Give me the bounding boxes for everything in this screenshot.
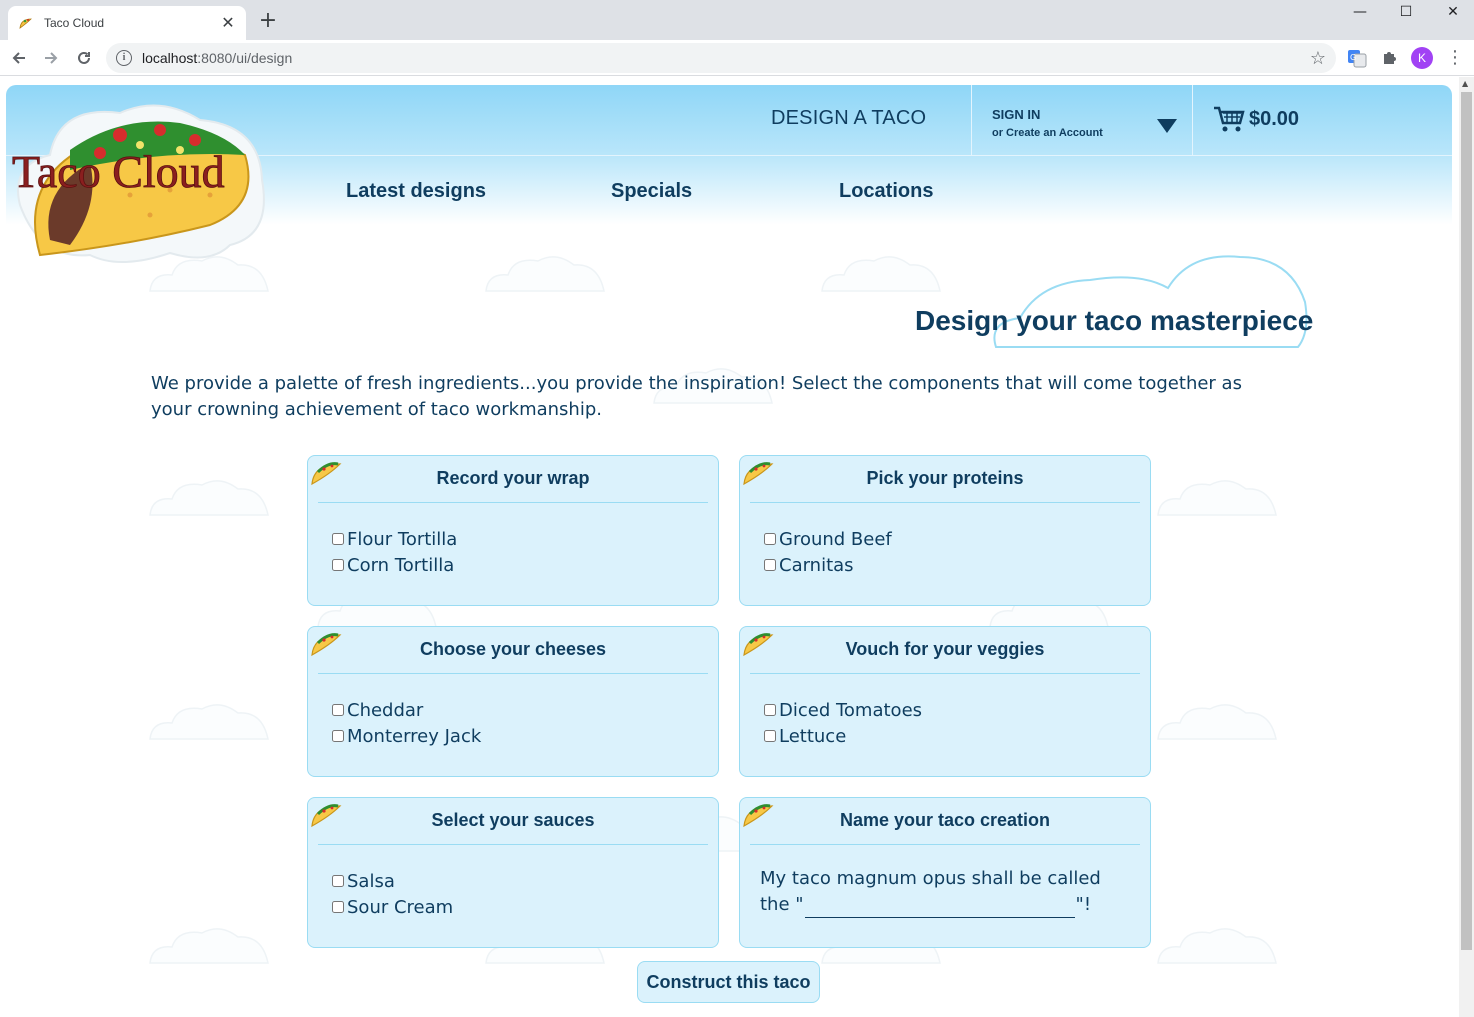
url-path: :8080/ui/design	[197, 50, 293, 66]
group-divider	[318, 502, 708, 503]
ingredient-label: Ground Beef	[779, 528, 892, 550]
page-title: Design your taco masterpiece	[915, 305, 1314, 336]
nav-specials[interactable]: Specials	[611, 180, 692, 203]
tab-close-icon[interactable]: ✕	[220, 15, 236, 31]
cart-total: $0.00	[1249, 107, 1300, 130]
taco-name-input[interactable]	[804, 896, 1075, 918]
group-title: Pick your proteins	[866, 468, 1024, 488]
ingredient-option[interactable]: Lettuce	[764, 723, 922, 749]
new-tab-button[interactable]: +	[256, 10, 280, 34]
ingredient-checkbox[interactable]	[764, 704, 776, 716]
page-viewport: Taco Cloud DESIGN A TACO SIGN IN or Crea…	[0, 77, 1459, 1017]
group-title: Choose your cheeses	[419, 639, 607, 659]
header-separator	[971, 85, 972, 155]
group-title: Name your taco creation	[839, 810, 1051, 830]
ingredient-option[interactable]: Sour Cream	[332, 894, 453, 920]
construct-taco-button[interactable]: Construct this taco	[637, 961, 820, 1003]
ingredient-option[interactable]: Diced Tomatoes	[764, 697, 922, 723]
profile-avatar[interactable]: K	[1411, 47, 1433, 69]
ingredient-label: Carnitas	[779, 554, 854, 576]
ingredient-option[interactable]: Salsa	[332, 868, 453, 894]
ingredient-checkbox[interactable]	[764, 559, 776, 571]
ingredient-label: Sour Cream	[347, 896, 454, 918]
url-host: localhost	[142, 50, 198, 66]
ingredient-label: Lettuce	[779, 725, 847, 747]
minimize-button[interactable]: —	[1345, 4, 1375, 24]
site-info-icon[interactable]: i	[116, 50, 132, 66]
ingredient-checkbox[interactable]	[764, 533, 776, 545]
header-separator	[1192, 85, 1193, 155]
group-title: Select your sauces	[431, 810, 595, 830]
ingredient-checkbox[interactable]	[332, 704, 344, 716]
nav-latest-designs[interactable]: Latest designs	[346, 180, 486, 203]
name-taco-group: Name your taco creation My taco magnum o…	[739, 797, 1151, 948]
group-divider	[750, 502, 1140, 503]
proteins-group: Pick your proteins Ground Beef Carnitas	[739, 455, 1151, 606]
browser-tab-strip: Taco Cloud ✕ + — ☐ ✕	[0, 0, 1474, 40]
scroll-up-arrow-icon[interactable]: ▲	[1462, 79, 1468, 88]
extensions-puzzle-icon[interactable]	[1380, 48, 1400, 68]
ingredient-label: Diced Tomatoes	[779, 699, 923, 721]
ingredient-checkbox[interactable]	[764, 730, 776, 742]
ingredient-option[interactable]: Monterrey Jack	[332, 723, 481, 749]
window-close-button[interactable]: ✕	[1438, 4, 1468, 24]
ingredient-option[interactable]: Carnitas	[764, 552, 892, 578]
ingredient-option[interactable]: Corn Tortilla	[332, 552, 457, 578]
svg-text:G: G	[1350, 53, 1356, 62]
shopping-cart[interactable]: $0.00	[1213, 105, 1299, 133]
logo-wordmark: Taco Cloud	[12, 146, 225, 197]
ingredient-label: Flour Tortilla	[347, 528, 458, 550]
tab-title: Taco Cloud	[44, 16, 105, 30]
taco-name-sentence: My taco magnum opus shall be called the …	[760, 866, 1120, 918]
ingredient-label: Monterrey Jack	[347, 725, 482, 747]
ingredient-label: Salsa	[347, 870, 395, 892]
ingredient-checkbox[interactable]	[332, 901, 344, 913]
sign-in-link[interactable]: SIGN IN or Create an Account	[992, 107, 1103, 139]
cheeses-group: Choose your cheeses Cheddar Monterrey Ja…	[307, 626, 719, 777]
sign-in-label: SIGN IN	[992, 107, 1041, 122]
group-title: Record your wrap	[436, 468, 590, 488]
ingredient-option[interactable]: Cheddar	[332, 697, 481, 723]
taco-favicon-icon	[19, 18, 32, 29]
create-account-label: or Create an Account	[992, 127, 1103, 139]
cart-icon	[1214, 106, 1245, 132]
intro-paragraph: We provide a palette of fresh ingredient…	[151, 373, 1242, 420]
maximize-button[interactable]: ☐	[1391, 4, 1421, 24]
ingredient-option[interactable]: Ground Beef	[764, 526, 892, 552]
group-divider	[318, 844, 708, 845]
browser-toolbar: i localhost:8080/ui/design ☆ G	[0, 40, 1474, 76]
veggies-group: Vouch for your veggies Diced Tomatoes Le…	[739, 626, 1151, 777]
browser-menu-icon[interactable]: ⋮	[1446, 48, 1464, 68]
reload-icon[interactable]	[71, 45, 97, 71]
back-arrow-icon[interactable]	[6, 45, 32, 71]
scrollbar-thumb[interactable]	[1461, 92, 1472, 950]
ingredient-checkbox[interactable]	[332, 875, 344, 887]
group-divider	[750, 673, 1140, 674]
ingredient-option[interactable]: Flour Tortilla	[332, 526, 457, 552]
bookmark-star-icon[interactable]: ☆	[1310, 48, 1326, 69]
title-cloud-decoration	[993, 255, 1308, 348]
ingredient-label: Corn Tortilla	[347, 554, 455, 576]
account-dropdown-caret-icon[interactable]	[1157, 119, 1177, 133]
ingredient-checkbox[interactable]	[332, 559, 344, 571]
group-divider	[318, 673, 708, 674]
sauces-group: Select your sauces Salsa Sour Cream	[307, 797, 719, 948]
taco-cloud-logo[interactable]: Taco Cloud	[10, 95, 270, 270]
taco-name-suffix: "!	[1075, 894, 1092, 915]
design-a-taco-link[interactable]: DESIGN A TACO	[771, 107, 926, 130]
translate-icon[interactable]: G	[1347, 48, 1367, 68]
browser-tab[interactable]: Taco Cloud ✕	[8, 6, 246, 40]
address-bar[interactable]: i localhost:8080/ui/design ☆	[106, 43, 1336, 73]
ingredient-checkbox[interactable]	[332, 730, 344, 742]
forward-arrow-icon[interactable]	[38, 45, 64, 71]
wrap-group: Record your wrap Flour Tortilla Corn Tor…	[307, 455, 719, 606]
nav-locations[interactable]: Locations	[839, 180, 933, 203]
group-title: Vouch for your veggies	[845, 639, 1045, 659]
group-divider	[750, 844, 1140, 845]
ingredient-label: Cheddar	[347, 699, 424, 721]
ingredient-checkbox[interactable]	[332, 533, 344, 545]
url-text: localhost:8080/ui/design	[142, 50, 292, 66]
